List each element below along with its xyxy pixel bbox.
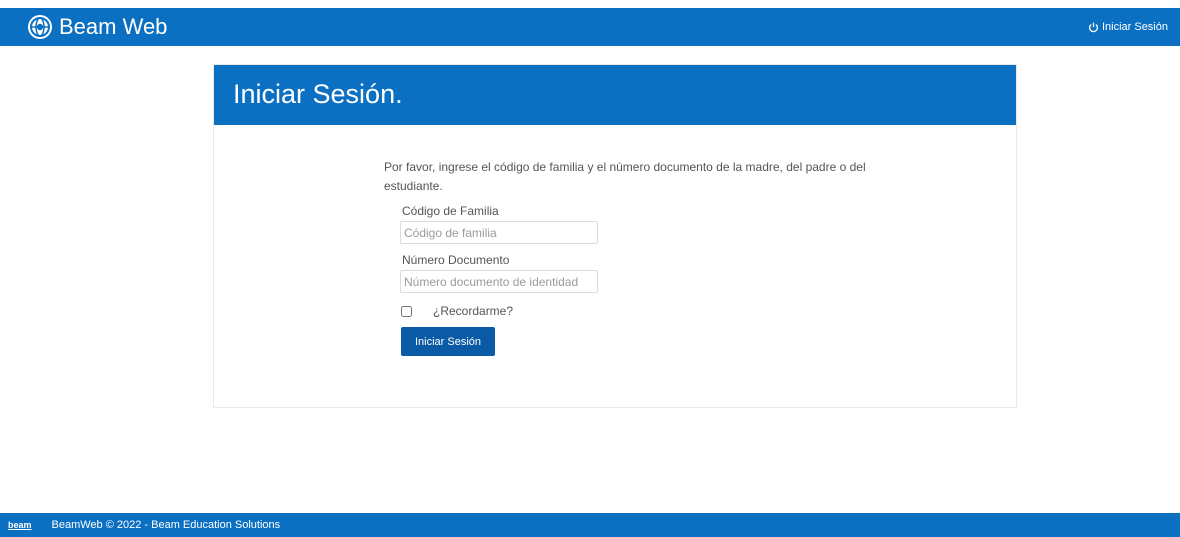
- nav-login-link[interactable]: Iniciar Sesión: [1088, 21, 1168, 33]
- intro-text: Por favor, ingrese el código de familia …: [384, 160, 866, 193]
- family-code-input[interactable]: [400, 221, 598, 244]
- remember-checkbox[interactable]: [401, 305, 412, 317]
- remember-row: ¿Recordarme?: [401, 302, 904, 320]
- nav-login-label: Iniciar Sesión: [1101, 21, 1168, 33]
- document-label: Número Documento: [402, 253, 510, 267]
- beam-globe-logo-icon: [28, 15, 52, 39]
- footer: beam BeamWeb © 2022 - Beam Education Sol…: [0, 513, 1180, 537]
- brand-name: Beam Web: [59, 14, 168, 39]
- login-form: Por favor, ingrese el código de familia …: [384, 158, 904, 356]
- footer-beam-logo: beam: [8, 520, 32, 530]
- document-number-input[interactable]: [400, 270, 598, 293]
- footer-copyright: BeamWeb © 2022 - Beam Education Solution…: [51, 519, 281, 531]
- brand-link[interactable]: Beam Web: [27, 14, 167, 40]
- login-card: Iniciar Sesión. Por favor, ingrese el có…: [213, 64, 1017, 408]
- power-icon: [1088, 22, 1099, 32]
- login-submit-button[interactable]: Iniciar Sesión: [401, 327, 495, 356]
- family-code-label: Código de Familia: [402, 204, 499, 218]
- remember-label: ¿Recordarme?: [433, 304, 514, 318]
- top-navbar: Beam Web Iniciar Sesión: [0, 8, 1180, 46]
- card-title: Iniciar Sesión.: [214, 65, 1016, 125]
